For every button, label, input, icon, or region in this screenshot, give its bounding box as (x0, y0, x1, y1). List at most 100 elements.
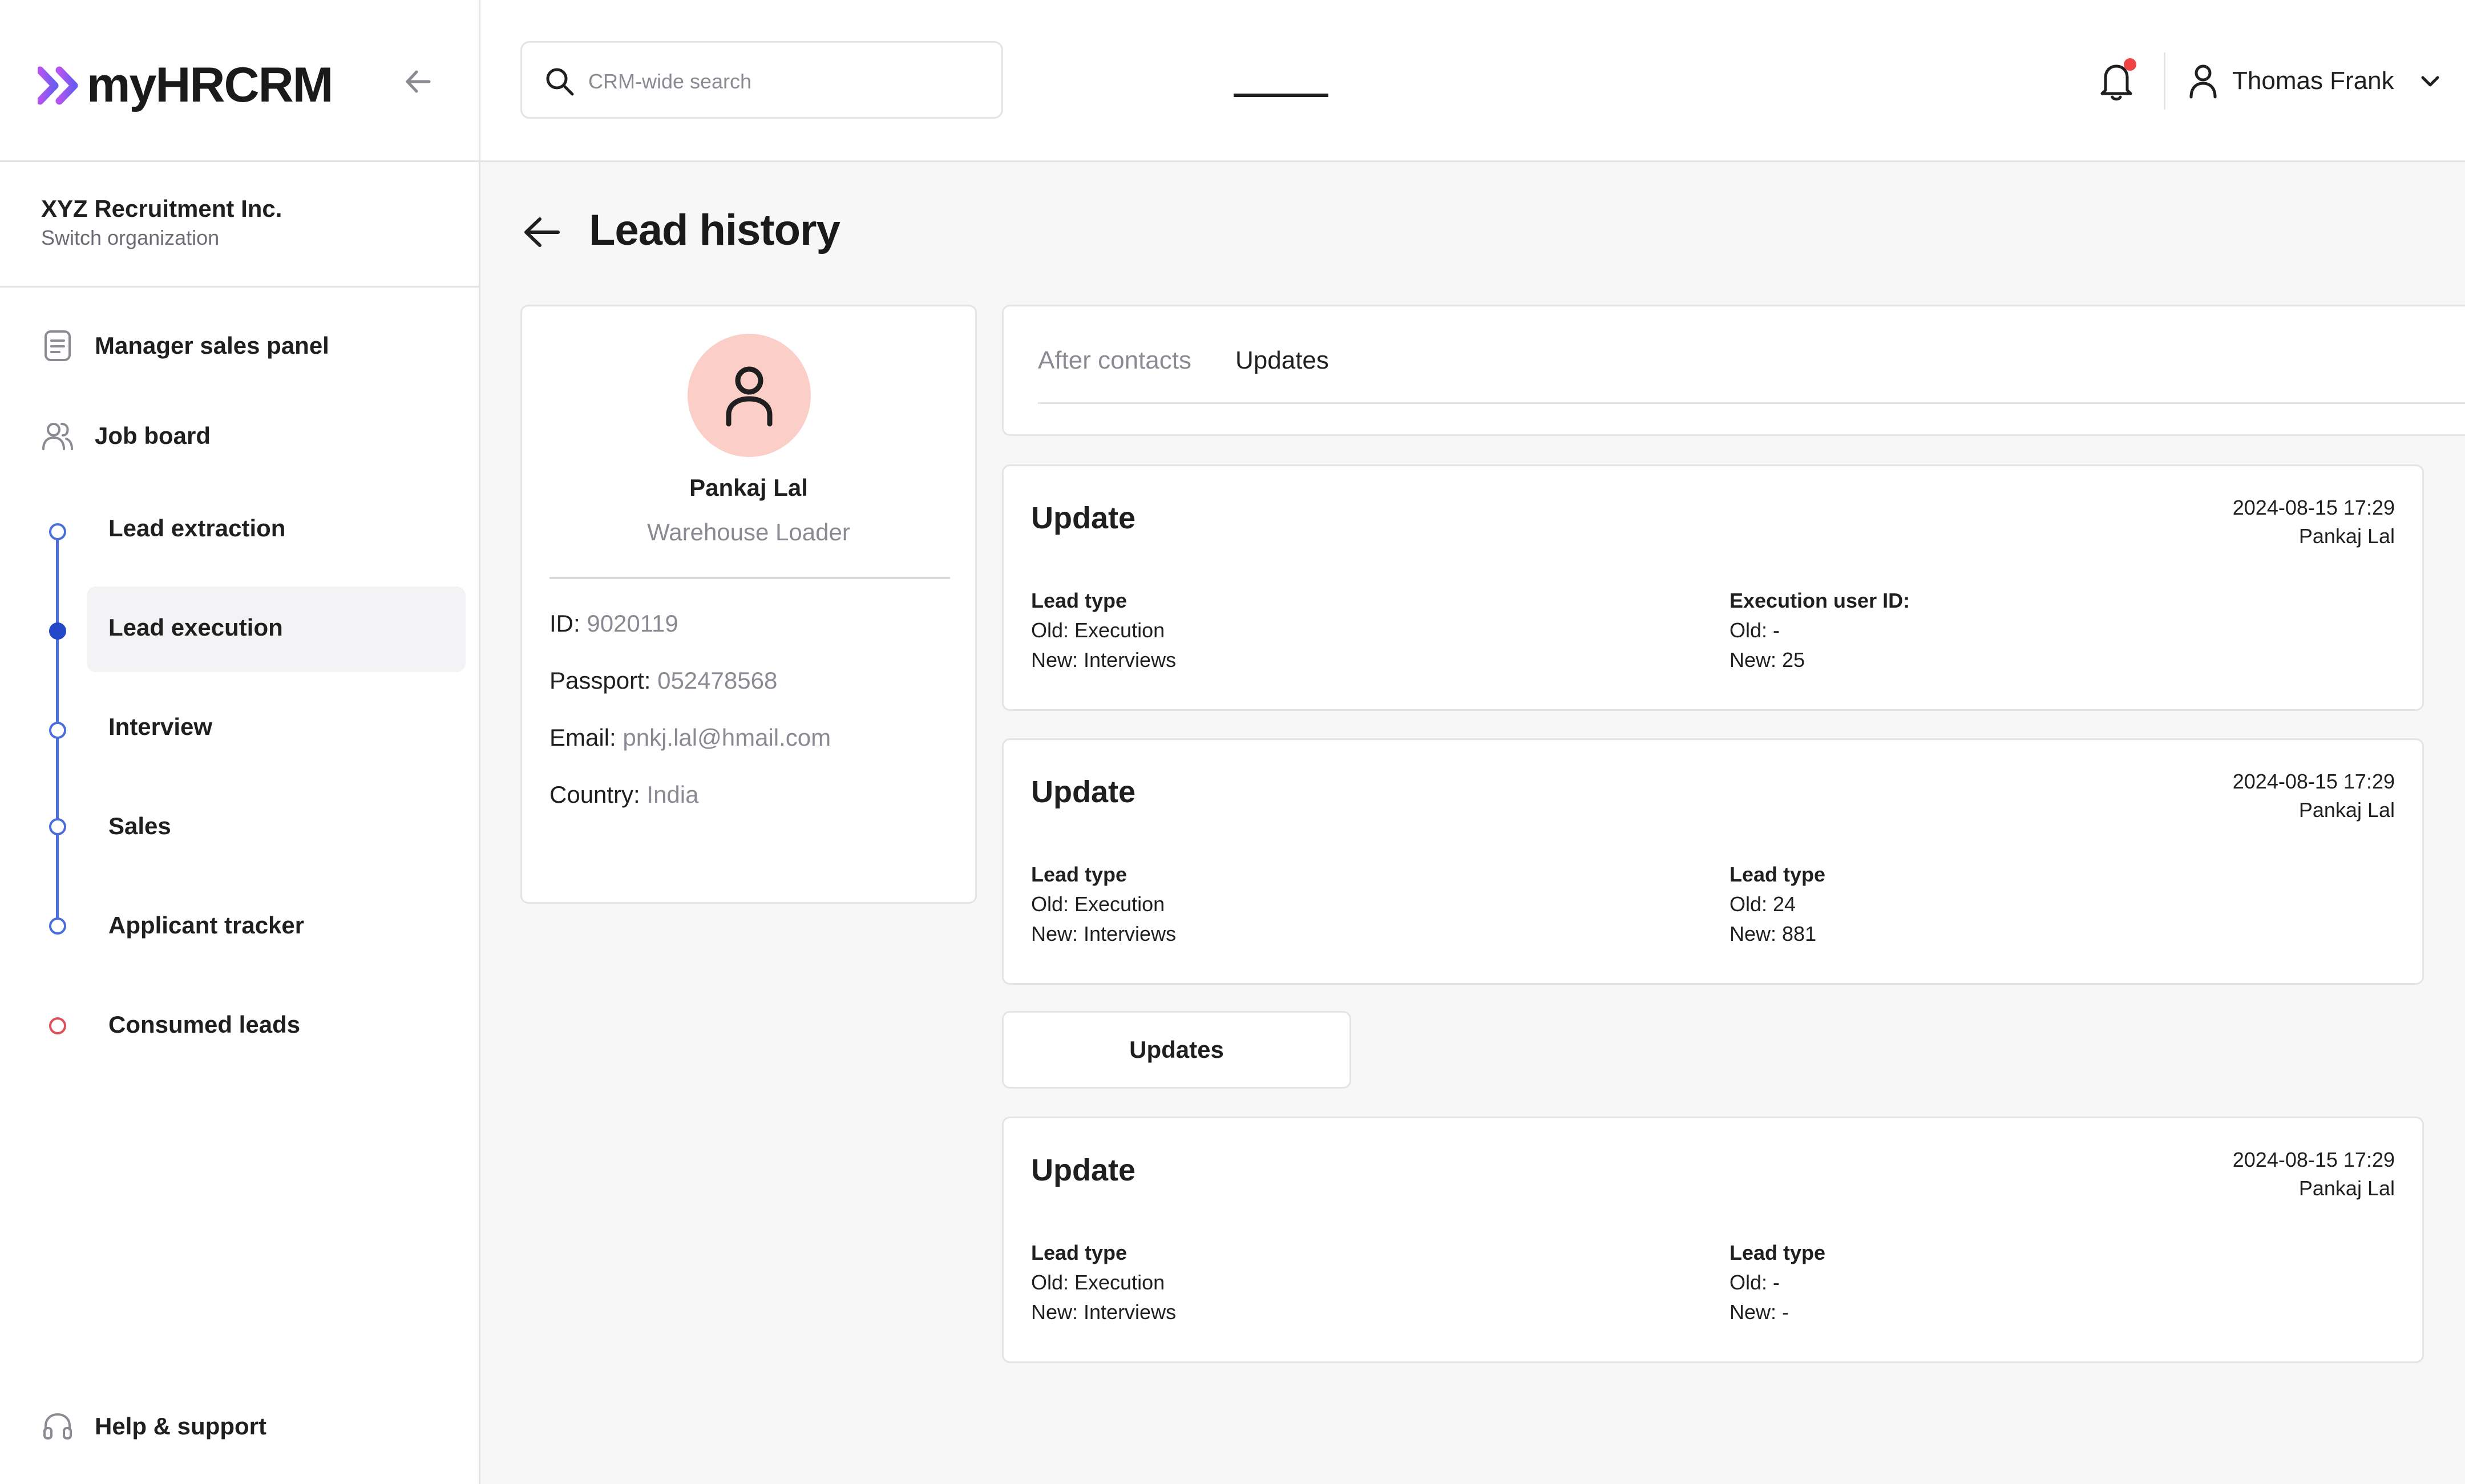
sidebar-item-label: Manager sales panel (95, 332, 329, 359)
change-old: Old: - (1729, 1271, 1780, 1294)
search-input[interactable] (588, 60, 976, 103)
change-old: Old: Execution (1031, 892, 1165, 916)
sidebar-item-label: Help & support (95, 1413, 266, 1439)
sidebar-item-label: Job board (95, 422, 211, 449)
active-tab-indicator (1234, 94, 1328, 97)
field-value: 9020119 (587, 610, 678, 637)
sidebar-item-job-board[interactable]: Job board (41, 418, 211, 454)
lead-role: Warehouse Loader (647, 519, 850, 545)
organization-switcher[interactable]: XYZ Recruitment Inc. Switch organization (0, 162, 479, 288)
person-icon (726, 366, 773, 427)
sidebar-item-manager-sales-panel[interactable]: Manager sales panel (41, 327, 329, 364)
update-change-right: Lead type Old: 24 New: 881 (1729, 860, 1825, 949)
logo-text: myHRCRM (87, 58, 333, 112)
field-label: ID: (549, 610, 580, 637)
change-new: New: Interviews (1031, 648, 1177, 672)
change-new: New: - (1729, 1300, 1789, 1324)
tabs-divider (1038, 402, 2465, 404)
profile-divider (549, 577, 950, 579)
update-change-left: Lead type Old: Execution New: Interviews (1031, 1238, 1176, 1327)
sidebar-item-applicant-tracker[interactable]: Applicant tracker (108, 912, 304, 939)
sidebar-item-consumed-leads[interactable]: Consumed leads (108, 1011, 300, 1038)
update-meta: 2024-08-15 17:29 Pankaj Lal (2233, 1146, 2395, 1203)
change-old: Old: Execution (1031, 1271, 1165, 1294)
user-icon (2189, 64, 2217, 99)
stage-marker-icon (49, 523, 66, 540)
search-icon (546, 68, 574, 96)
stage-marker-icon (49, 917, 66, 935)
field-value: India (646, 781, 699, 808)
back-arrow-icon[interactable] (520, 212, 564, 252)
users-icon (42, 423, 73, 450)
change-new: New: Interviews (1031, 922, 1177, 945)
sidebar: myHRCRM XYZ Recruitment Inc. Switch orga… (0, 0, 480, 1484)
change-heading: Lead type (1729, 863, 1826, 886)
double-chevron-logo-icon (38, 66, 78, 104)
update-date: 2024-08-15 17:29 (2232, 496, 2395, 519)
search-box[interactable] (520, 41, 1003, 119)
update-title: Update (1031, 775, 1136, 809)
update-card: Update 2024-08-15 17:29 Pankaj Lal Lead … (1002, 464, 2424, 711)
update-author: Pankaj Lal (2298, 524, 2395, 548)
switch-organization-link[interactable]: Switch organization (41, 226, 219, 250)
change-heading: Lead type (1031, 863, 1128, 886)
consumed-marker-icon (49, 1017, 66, 1034)
stage-marker-icon (49, 722, 66, 739)
sidebar-item-help-support[interactable]: Help & support (41, 1408, 266, 1445)
history-tabs: After contacts Updates (1002, 305, 2465, 436)
update-date: 2024-08-15 17:29 (2232, 770, 2395, 793)
tab-updates[interactable]: Updates (1235, 346, 1329, 375)
tab-after-contacts[interactable]: After contacts (1038, 346, 1191, 375)
update-change-right: Lead type Old: - New: - (1729, 1238, 1825, 1327)
logo[interactable]: myHRCRM (38, 57, 333, 114)
field-value: pnkj.lal@hmail.com (623, 724, 831, 751)
change-heading: Lead type (1031, 1241, 1128, 1264)
update-date: 2024-08-15 17:29 (2232, 1148, 2395, 1171)
change-old: Old: - (1729, 618, 1780, 642)
top-header: Thomas Frank (480, 0, 2465, 162)
update-card: Update 2024-08-15 17:29 Pankaj Lal Lead … (1002, 738, 2424, 985)
update-title: Update (1031, 1153, 1136, 1187)
chevron-down-icon (2421, 76, 2439, 87)
collapse-sidebar-arrow-icon[interactable] (399, 63, 437, 100)
field-label: Email: (549, 724, 616, 751)
change-old: Old: Execution (1031, 618, 1165, 642)
change-old: Old: 24 (1729, 892, 1796, 916)
header-divider (2164, 52, 2165, 110)
user-menu[interactable]: Thomas Frank (2187, 57, 2443, 105)
sidebar-item-lead-extraction[interactable]: Lead extraction (108, 515, 285, 542)
field-label: Passport: (549, 667, 651, 694)
change-heading: Execution user ID: (1729, 589, 1910, 612)
profile-field-email: Email: pnkj.lal@hmail.com (549, 724, 831, 751)
lead-name: Pankaj Lal (689, 474, 808, 501)
headset-icon (43, 1413, 72, 1439)
updates-button[interactable]: Updates (1002, 1011, 1351, 1089)
change-new: New: Interviews (1031, 1300, 1177, 1324)
stage-marker-active-icon (49, 622, 66, 640)
update-card: Update 2024-08-15 17:29 Pankaj Lal Lead … (1002, 1117, 2424, 1363)
change-new: New: 881 (1729, 922, 1817, 945)
change-heading: Lead type (1031, 589, 1128, 612)
sidebar-item-interview[interactable]: Interview (108, 713, 212, 741)
update-author: Pankaj Lal (2298, 798, 2395, 822)
update-change-left: Lead type Old: Execution New: Interviews (1031, 860, 1176, 949)
change-heading: Lead type (1729, 1241, 1826, 1264)
organization-name: XYZ Recruitment Inc. (41, 195, 282, 222)
field-value: 052478568 (657, 667, 778, 694)
profile-field-passport: Passport: 052478568 (549, 667, 777, 694)
lead-profile-card: Pankaj Lal Warehouse Loader ID: 9020119 … (520, 305, 977, 904)
document-list-icon (45, 330, 71, 361)
sidebar-item-sales[interactable]: Sales (108, 812, 171, 840)
update-meta: 2024-08-15 17:29 Pankaj Lal (2233, 494, 2395, 551)
sidebar-item-lead-execution[interactable]: Lead execution (108, 614, 283, 641)
user-name: Thomas Frank (2232, 67, 2394, 95)
notification-unread-badge (2124, 58, 2136, 71)
page-title: Lead history (589, 206, 840, 254)
logo-bar: myHRCRM (0, 0, 479, 162)
change-new: New: 25 (1729, 648, 1805, 672)
stage-marker-icon (49, 818, 66, 835)
update-change-left: Lead type Old: Execution New: Interviews (1031, 586, 1176, 675)
update-title: Update (1031, 501, 1136, 535)
field-label: Country: (549, 781, 640, 808)
avatar (688, 334, 811, 457)
